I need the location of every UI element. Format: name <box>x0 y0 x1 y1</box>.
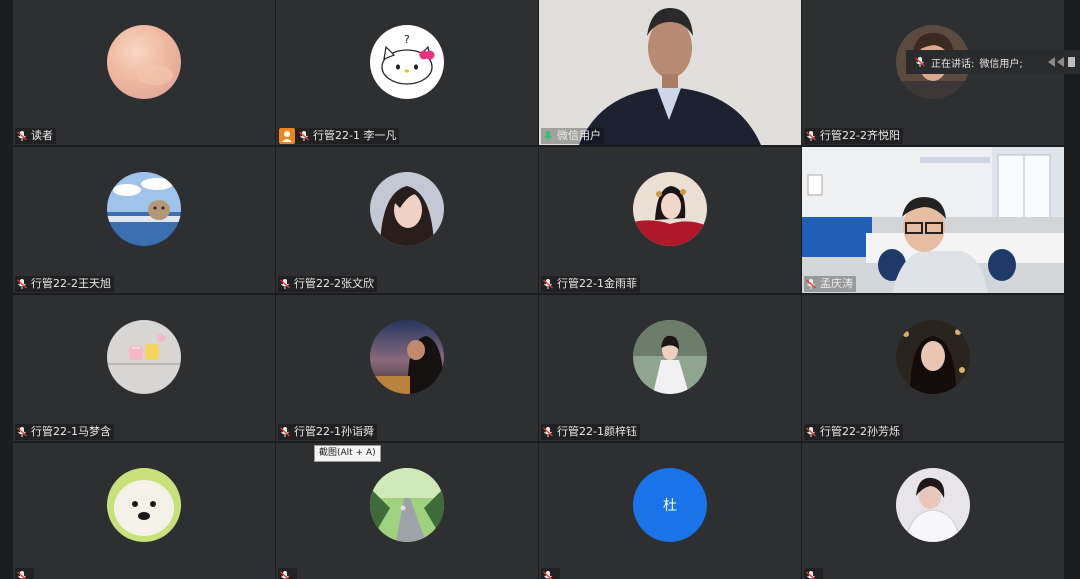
participant-tile[interactable]: ? 行管22-1 李一凡 <box>276 0 538 145</box>
letter-avatar: 杜 <box>633 468 707 542</box>
name-bar <box>804 568 823 579</box>
participant-name: 行管22-1孙诣舜 <box>294 425 374 438</box>
participant-tile[interactable]: 行管22-2王天旭 <box>13 147 275 293</box>
participant-avatar <box>107 320 181 394</box>
screenshot-tooltip: 截图(Alt + A) <box>314 445 381 462</box>
participant-name: 行管22-1 李一凡 <box>313 129 397 142</box>
participant-tile[interactable] <box>802 443 1064 579</box>
name-bar: 孟庆涛 <box>804 276 856 292</box>
participant-avatar <box>107 468 181 542</box>
participant-tile[interactable] <box>276 443 538 579</box>
name-bar: 行管22-1 李一凡 <box>278 128 400 144</box>
name-bar: 行管22-2王天旭 <box>15 276 114 292</box>
mic-muted-icon[interactable] <box>542 570 554 579</box>
name-bar: 行管22-1马梦含 <box>15 424 114 440</box>
name-bar: 行管22-1孙诣舜 <box>278 424 377 440</box>
mic-speaking-icon[interactable] <box>542 130 554 142</box>
speaking-name: 微信用户; <box>979 58 1023 70</box>
participant-avatar <box>107 172 181 246</box>
participant-avatar <box>370 320 444 394</box>
mic-muted-icon[interactable] <box>279 426 291 438</box>
participant-avatar <box>370 172 444 246</box>
mic-muted-icon[interactable] <box>542 426 554 438</box>
name-bar: 行管22-2张文欣 <box>278 276 377 292</box>
name-bar <box>278 568 297 579</box>
participant-tile[interactable]: 行管22-2张文欣 <box>276 147 538 293</box>
current-speaker-banner: 正在讲话: 微信用户; <box>906 50 1080 74</box>
mic-muted-icon[interactable] <box>16 278 28 290</box>
participant-name: 微信用户 <box>557 129 601 142</box>
participant-tile[interactable]: 行管22-1金雨菲 <box>539 147 801 293</box>
participant-tile[interactable]: 行管22-1颜梓钰 <box>539 295 801 441</box>
mic-muted-icon[interactable] <box>805 570 817 579</box>
participant-tile[interactable]: 行管22-1孙诣舜 <box>276 295 538 441</box>
mic-muted-icon[interactable] <box>16 570 28 579</box>
participant-avatar: ? <box>370 25 444 99</box>
host-badge-icon <box>279 128 295 144</box>
mic-muted-icon[interactable] <box>542 278 554 290</box>
meeting-stage: 读者 ? 行管22-1 李一凡 微信用户 行管22-2齐悦阳 行管22-2王天旭… <box>0 0 1080 579</box>
participant-name: 行管22-2齐悦阳 <box>820 129 900 142</box>
participant-avatar <box>633 320 707 394</box>
participant-tile-active-speaker[interactable]: 微信用户 <box>539 0 801 145</box>
mic-muted-icon[interactable] <box>298 130 310 142</box>
name-bar: 行管22-2孙芳烁 <box>804 424 903 440</box>
avatar-letter: 杜 <box>663 498 677 514</box>
participant-name: 行管22-1金雨菲 <box>557 277 637 290</box>
name-bar <box>15 568 34 579</box>
name-bar <box>541 568 560 579</box>
mic-muted-icon[interactable] <box>279 278 291 290</box>
mic-muted-icon[interactable] <box>805 426 817 438</box>
participant-tile[interactable]: 行管22-1马梦含 <box>13 295 275 441</box>
participant-avatar <box>633 172 707 246</box>
participant-tile[interactable]: 孟庆涛 <box>802 147 1064 293</box>
participant-avatar <box>107 25 181 99</box>
participant-tile[interactable]: 读者 <box>13 0 275 145</box>
name-bar: 微信用户 <box>541 128 604 144</box>
participant-name: 行管22-1颜梓钰 <box>557 425 637 438</box>
name-bar: 行管22-2齐悦阳 <box>804 128 903 144</box>
participant-avatar <box>896 468 970 542</box>
participant-avatar <box>896 320 970 394</box>
participant-grid: 读者 ? 行管22-1 李一凡 微信用户 行管22-2齐悦阳 行管22-2王天旭… <box>13 0 1066 579</box>
participant-name: 行管22-2张文欣 <box>294 277 374 290</box>
participant-video <box>539 0 801 145</box>
participant-avatar <box>370 468 444 542</box>
participant-tile[interactable]: 杜 <box>539 443 801 579</box>
participant-name: 孟庆涛 <box>820 277 853 290</box>
participant-video <box>802 147 1064 293</box>
mic-muted-icon[interactable] <box>805 278 817 290</box>
speaking-prefix: 正在讲话: <box>931 58 975 70</box>
name-bar: 读者 <box>15 128 56 144</box>
participant-name: 读者 <box>31 129 53 142</box>
participant-name: 行管22-2孙芳烁 <box>820 425 900 438</box>
mic-muted-icon[interactable] <box>16 426 28 438</box>
name-bar: 行管22-1金雨菲 <box>541 276 640 292</box>
collapse-arrows-icon[interactable] <box>1046 55 1076 69</box>
mic-icon <box>914 56 926 68</box>
mic-muted-icon[interactable] <box>16 130 28 142</box>
mic-muted-icon[interactable] <box>279 570 291 579</box>
participant-tile[interactable] <box>13 443 275 579</box>
participant-name: 行管22-1马梦含 <box>31 425 111 438</box>
mic-muted-icon[interactable] <box>805 130 817 142</box>
name-bar: 行管22-1颜梓钰 <box>541 424 640 440</box>
svg-text:?: ? <box>404 33 410 46</box>
participant-name: 行管22-2王天旭 <box>31 277 111 290</box>
participant-tile[interactable]: 行管22-2孙芳烁 <box>802 295 1064 441</box>
